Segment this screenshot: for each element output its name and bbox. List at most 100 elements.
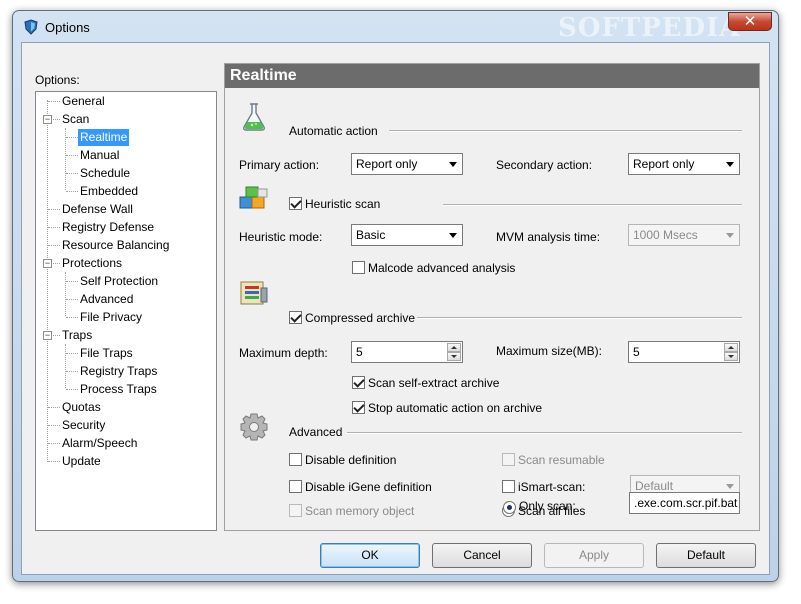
secondary-action-select[interactable]: Report only [628,153,740,175]
tree-line [66,389,78,390]
only-scan-extensions-input[interactable]: .exe.com.scr.pif.bat [629,492,740,514]
tree-line [48,209,60,210]
secondary-action-label: Secondary action: [496,158,593,172]
tree-item-quotas[interactable]: Quotas [60,399,103,416]
spin-down-icon[interactable] [724,352,738,361]
cancel-button[interactable]: Cancel [432,543,532,568]
tree-item-manual[interactable]: Manual [78,147,121,164]
mvm-analysis-label: MVM analysis time: [496,230,601,244]
spin-down-icon[interactable] [447,352,461,361]
chevron-down-icon [449,233,457,238]
traps-expander[interactable]: − [43,331,52,340]
tree-item-protections[interactable]: Protections [60,255,124,272]
tree-item-embedded[interactable]: Embedded [78,183,140,200]
tree-item-self-protection[interactable]: Self Protection [78,273,160,290]
spin-up-icon[interactable] [724,343,738,352]
options-label: Options: [35,73,80,87]
max-size-label: Maximum size(MB): [496,344,603,358]
max-depth-label: Maximum depth: [239,346,328,360]
tree-line [66,137,78,138]
tree-item-advanced[interactable]: Advanced [78,291,135,308]
scan-memory-checkbox[interactable] [289,504,302,517]
primary-action-select[interactable]: Report only [351,153,463,175]
tree-item-scan[interactable]: Scan [60,111,91,128]
tree-item-file-traps[interactable]: File Traps [78,345,135,362]
tree-line [48,407,60,408]
title-bar[interactable]: Options SOFTPEDIA ✕ [13,11,778,43]
chevron-down-icon [449,162,457,167]
tree-line [66,173,78,174]
malcode-analysis-checkbox[interactable] [352,261,365,274]
tree-line [66,191,78,192]
tree-item-defense-wall[interactable]: Defense Wall [60,201,135,218]
tree-item-registry-defense[interactable]: Registry Defense [60,219,156,236]
scan-resumable-checkbox[interactable] [502,453,515,466]
compressed-archive-checkbox[interactable] [289,311,302,324]
tree-line [66,353,78,354]
heuristic-scan-checkbox[interactable] [289,197,302,210]
mvm-analysis-select[interactable]: 1000 Msecs [628,224,740,246]
max-depth-spinner[interactable]: 5 [351,341,463,363]
tree-item-resource-balancing[interactable]: Resource Balancing [60,237,171,254]
watermark: SOFTPEDIA [558,13,741,43]
tree-line [48,227,60,228]
tree-item-registry-traps[interactable]: Registry Traps [78,363,159,380]
max-size-spinner[interactable]: 5 [628,341,740,363]
separator [347,432,742,434]
tree-item-security[interactable]: Security [60,417,107,434]
tree-line [53,263,60,264]
tree-item-update[interactable]: Update [60,453,103,470]
app-shield-icon [24,19,38,35]
realtime-panel: Realtime Automatic action Primary action… [224,63,760,531]
tree-item-schedule[interactable]: Schedule [78,165,132,182]
heuristic-scan-label: Heuristic scan [305,197,381,211]
window-title: Options [45,20,90,35]
close-button[interactable]: ✕ [728,12,772,31]
disable-igene-checkbox[interactable] [289,480,302,493]
compressed-archive-label: Compressed archive [305,311,416,325]
tree-item-alarm-speech[interactable]: Alarm/Speech [60,435,139,452]
tree-item-general[interactable]: General [60,93,107,110]
options-tree[interactable]: − − − General Scan Realtime Manual Sched… [35,91,217,531]
tree-line [48,245,60,246]
tree-line [65,344,66,388]
ok-button[interactable]: OK [320,543,420,568]
self-extract-label: Scan self-extract archive [368,376,500,390]
tree-line [48,443,60,444]
disable-definition-checkbox[interactable] [289,453,302,466]
tree-item-traps[interactable]: Traps [60,327,94,344]
options-window: Options SOFTPEDIA ✕ Options: − − − Gener… [12,10,779,582]
archive-icon [240,281,268,305]
blocks-icon [239,186,268,209]
scan-expander[interactable]: − [43,115,52,124]
tree-item-file-privacy[interactable]: File Privacy [78,309,144,326]
tree-line [48,101,60,102]
ismart-scan-label: iSmart-scan: [518,480,586,494]
dialog-client: Options: − − − General Scan Realtime Man… [21,42,770,575]
default-button[interactable]: Default [656,543,756,568]
only-scan-label: Only scan: [519,499,576,513]
tree-line [66,299,78,300]
tree-line [66,371,78,372]
tree-line [66,317,78,318]
disable-igene-label: Disable iGene definition [305,480,432,494]
gear-icon [240,413,268,441]
spin-up-icon[interactable] [447,343,461,352]
only-scan-radio[interactable] [503,501,516,514]
tree-line [48,425,60,426]
apply-button[interactable]: Apply [544,543,644,568]
tree-line [48,461,60,462]
stop-action-checkbox[interactable] [352,401,365,414]
scan-resumable-label: Scan resumable [518,453,605,467]
protections-expander[interactable]: − [43,259,52,268]
self-extract-checkbox[interactable] [352,376,365,389]
tree-line [53,119,60,120]
disable-definition-label: Disable definition [305,453,397,467]
tree-item-realtime[interactable]: Realtime [78,129,130,146]
tree-item-process-traps[interactable]: Process Traps [78,381,159,398]
stop-action-label: Stop automatic action on archive [368,401,543,415]
separator [389,130,742,132]
ismart-scan-checkbox[interactable] [502,480,515,493]
heuristic-mode-select[interactable]: Basic [351,224,463,246]
tree-line [53,335,60,336]
